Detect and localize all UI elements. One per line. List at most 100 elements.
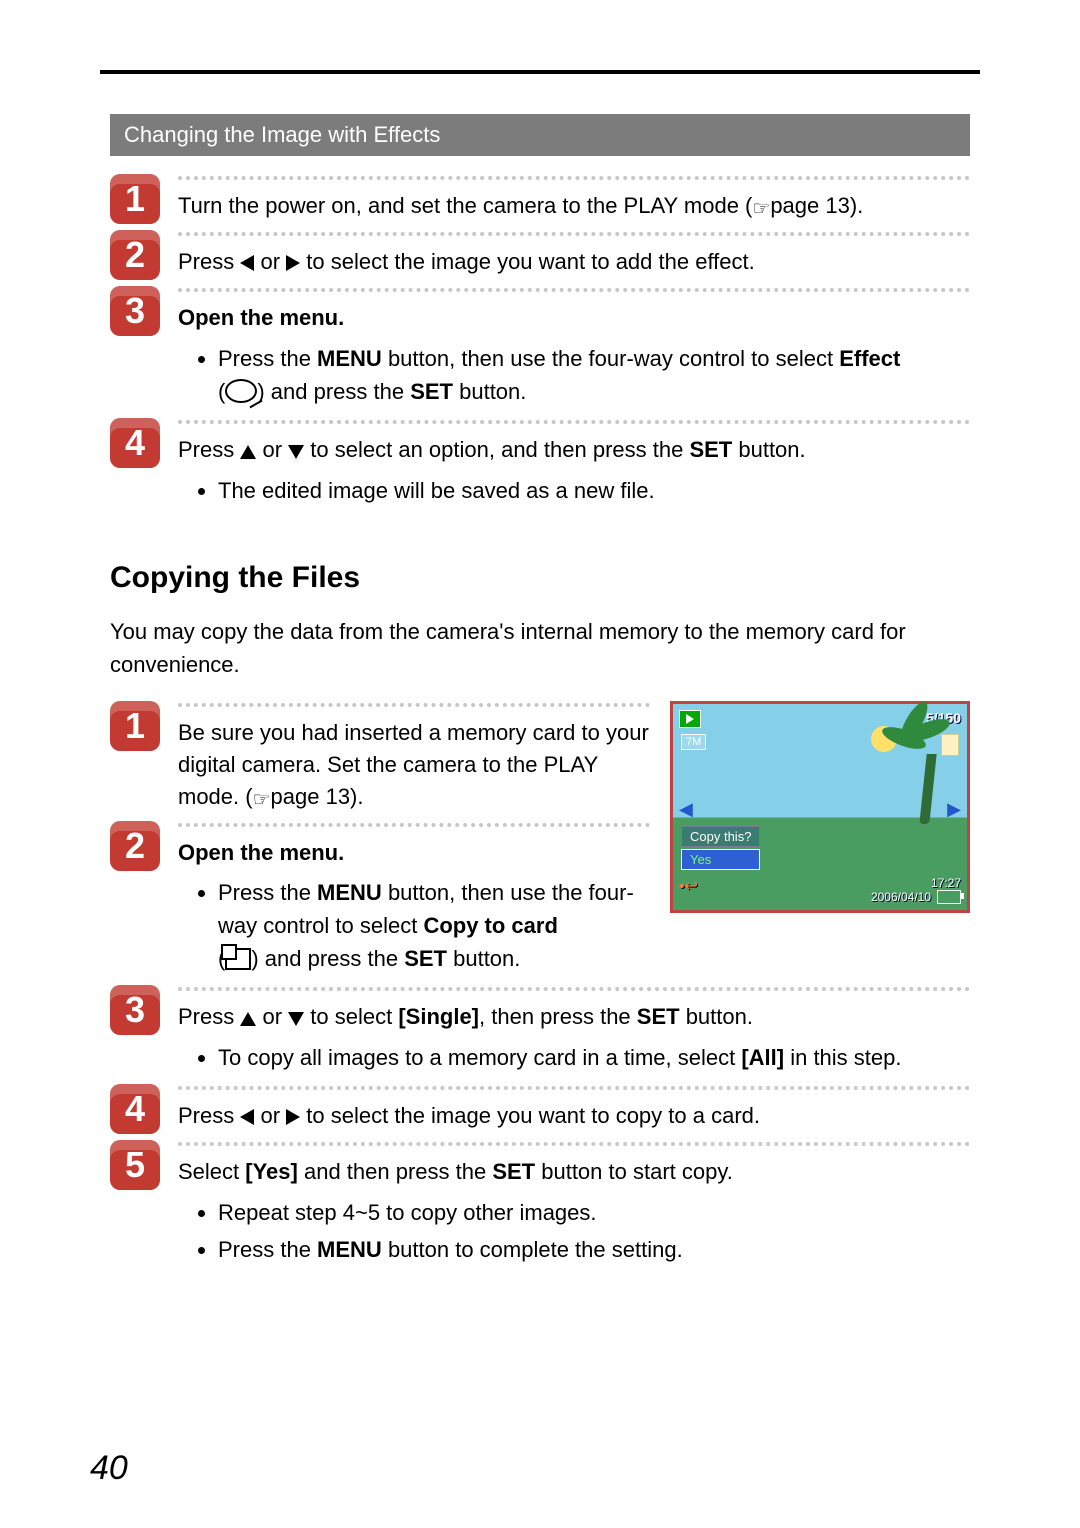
text: button. (732, 437, 805, 462)
dotted-divider (178, 1086, 970, 1090)
step-3: 3 Press or to select [Single], then pres… (110, 985, 970, 1078)
text: Press (178, 249, 240, 274)
step-text: Press or to select the image you want to… (178, 1100, 970, 1132)
copy-to-card-label: Copy to card (423, 913, 557, 938)
sub-bullet: The edited image will be saved as a new … (218, 474, 970, 507)
step-badge: 1 (110, 174, 160, 224)
text: Press (178, 437, 240, 462)
step-text: Turn the power on, and set the camera to… (178, 190, 970, 224)
text: or (260, 1103, 286, 1128)
dotted-divider (178, 987, 970, 991)
right-arrow-icon (286, 1109, 300, 1125)
right-arrow-icon (286, 255, 300, 271)
text: and then press the (298, 1159, 492, 1184)
text: or (260, 249, 286, 274)
text: button, then use the four-way control to… (382, 346, 839, 371)
return-icon: •↩ (679, 876, 698, 904)
step-badge: 4 (110, 1084, 160, 1134)
step-text: Press or to select [Single], then press … (178, 1001, 970, 1033)
dotted-divider (178, 288, 970, 292)
section-heading: Copying the Files (110, 561, 970, 595)
step-badge: 3 (110, 286, 160, 336)
step-badge: 5 (110, 1140, 160, 1190)
text: or (262, 437, 288, 462)
menu-button-label: MENU (317, 880, 382, 905)
manual-page: Changing the Image with Effects 1 Turn t… (0, 0, 1080, 1528)
step-lead: Open the menu. (178, 837, 650, 869)
step-badge: 4 (110, 418, 160, 468)
play-mode-icon (679, 710, 701, 728)
step-2: 2 Open the menu. Press the MENU button, … (110, 821, 650, 980)
set-button-label: SET (637, 1004, 680, 1029)
left-arrow-icon (240, 1109, 254, 1125)
all-option-label: [All] (741, 1045, 784, 1070)
text: button. (680, 1004, 753, 1029)
camera-lcd-illustration: 5/150 7M ◀ ▶ Copy this? Yes •↩ (670, 701, 970, 913)
text: ) and press the (257, 379, 410, 404)
step-4: 4 Press or to select the image you want … (110, 1084, 970, 1134)
down-arrow-icon (288, 445, 304, 459)
text: page 13). (271, 784, 364, 809)
text: to select the image you want to copy to … (306, 1103, 760, 1128)
dotted-divider (178, 232, 970, 236)
effect-icon (225, 379, 257, 403)
text: button to complete the setting. (382, 1237, 683, 1262)
yes-option-label: [Yes] (245, 1159, 298, 1184)
text: ( (218, 379, 225, 404)
set-button-label: SET (404, 946, 447, 971)
lcd-time: 17:27 (871, 876, 961, 890)
text: Press the (218, 880, 317, 905)
step-text: Press or to select the image you want to… (178, 246, 970, 278)
set-button-label: SET (410, 379, 453, 404)
section-title-bar: Changing the Image with Effects (110, 114, 970, 156)
step-text: Be sure you had inserted a memory card t… (178, 717, 650, 815)
dotted-divider (178, 176, 970, 180)
step-2: 2 Press or to select the image you want … (110, 230, 970, 280)
text: Press the (218, 1237, 317, 1262)
single-option-label: [Single] (398, 1004, 479, 1029)
text: button. (447, 946, 520, 971)
step-badge: 2 (110, 821, 160, 871)
section1-steps: 1 Turn the power on, and set the camera … (110, 174, 970, 511)
set-button-label: SET (492, 1159, 535, 1184)
battery-icon (937, 890, 961, 904)
lcd-left-arrow-icon: ◀ (679, 799, 693, 820)
page-ref-icon: ☞ (752, 195, 770, 224)
left-arrow-icon (240, 255, 254, 271)
text: button to start copy. (535, 1159, 733, 1184)
dotted-divider (178, 420, 970, 424)
top-rule (100, 70, 980, 74)
set-button-label: SET (689, 437, 732, 462)
text: button. (453, 379, 526, 404)
down-arrow-icon (288, 1012, 304, 1026)
step-text: Press or to select an option, and then p… (178, 434, 970, 466)
step-1: 1 Turn the power on, and set the camera … (110, 174, 970, 224)
text: To copy all images to a memory card in a… (218, 1045, 741, 1070)
sub-bullet: Press the MENU button to complete the se… (218, 1233, 970, 1266)
text: ) and press the (251, 946, 404, 971)
text: Be sure you had inserted a memory card t… (178, 720, 649, 809)
copy-dialog: Copy this? Yes (681, 826, 760, 870)
text: or (262, 1004, 288, 1029)
page-ref-icon: ☞ (253, 786, 271, 815)
text: Press (178, 1004, 240, 1029)
sub-bullet: Repeat step 4~5 to copy other images. (218, 1196, 970, 1229)
sub-bullet: Press the MENU button, then use the four… (218, 876, 650, 975)
up-arrow-icon (240, 445, 256, 459)
lcd-date: 2006/04/10 (871, 890, 931, 904)
step-text: Select [Yes] and then press the SET butt… (178, 1156, 970, 1188)
text: , then press the (479, 1004, 637, 1029)
page-number: 40 (90, 1449, 128, 1488)
effect-label: Effect (839, 346, 900, 371)
step-4: 4 Press or to select an option, and then… (110, 418, 970, 511)
text: Turn the power on, and set the camera to… (178, 193, 752, 218)
section2-steps: 1 Be sure you had inserted a memory card… (110, 701, 970, 1270)
dotted-divider (178, 823, 650, 827)
text: Press the (218, 346, 317, 371)
step-5: 5 Select [Yes] and then press the SET bu… (110, 1140, 970, 1270)
step-1: 1 Be sure you had inserted a memory card… (110, 701, 650, 815)
text: in this step. (784, 1045, 901, 1070)
up-arrow-icon (240, 1012, 256, 1026)
sub-bullet: To copy all images to a memory card in a… (218, 1041, 970, 1074)
menu-button-label: MENU (317, 346, 382, 371)
